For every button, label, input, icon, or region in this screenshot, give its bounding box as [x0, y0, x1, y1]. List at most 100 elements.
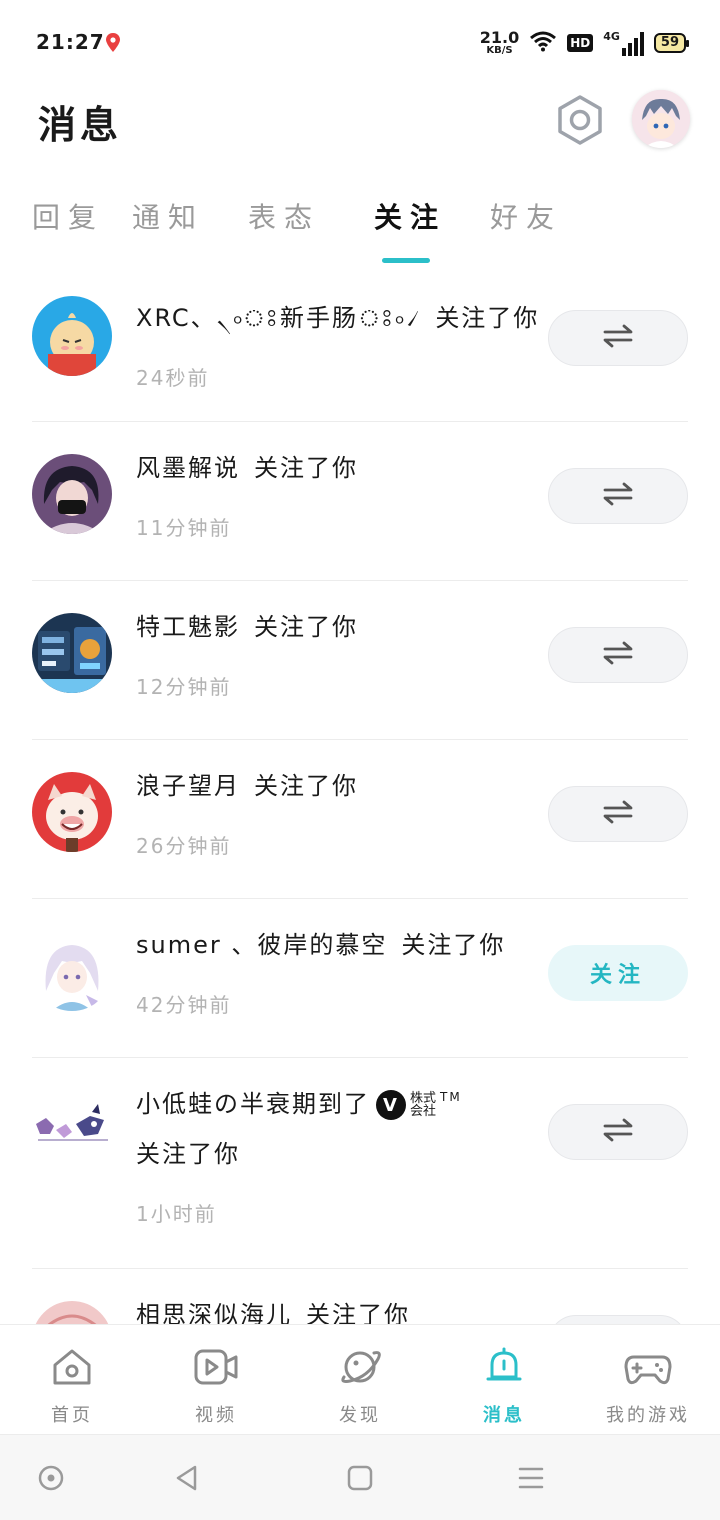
network-type: 4G	[603, 30, 620, 43]
hd-badge: HD	[567, 34, 594, 52]
nav-my-games-label: 我的游戏	[606, 1405, 690, 1426]
settings-button[interactable]	[554, 94, 606, 150]
avatar[interactable]	[32, 931, 112, 1011]
follower-name: XRC、৲৹ঃ新手肠ঃ৹৴ 关注了你	[136, 298, 539, 340]
swap-arrows-icon	[603, 482, 633, 510]
list-item[interactable]: 浪子望月 关注了你 26分钟前	[0, 740, 720, 899]
home-button-icon[interactable]	[343, 1461, 377, 1495]
video-icon	[192, 1343, 240, 1391]
followed-you-text: 关注了你	[254, 772, 358, 800]
mutual-follow-button[interactable]	[548, 786, 688, 842]
profile-avatar[interactable]	[632, 90, 690, 148]
follow-time: 42分钟前	[136, 993, 232, 1017]
followed-you-text: 关注了你	[136, 1140, 240, 1168]
mutual-follow-button[interactable]	[548, 1104, 688, 1160]
followed-you-text: 关注了你	[401, 931, 506, 959]
list-item[interactable]: 相思深似海儿 关注了你	[0, 1269, 720, 1324]
swap-arrows-icon	[603, 1118, 633, 1146]
follower-name: sumer 、彼岸的慕空 关注了你	[136, 925, 505, 960]
brand-text: 株式 会社	[410, 1092, 436, 1118]
mutual-follow-button[interactable]	[548, 627, 688, 683]
active-tab-indicator	[382, 258, 430, 263]
follow-time: 26分钟前	[136, 834, 232, 858]
swap-arrows-icon	[603, 800, 633, 828]
followed-you-text: 关注了你	[306, 1301, 410, 1324]
nav-home-label: 首页	[51, 1405, 93, 1426]
follow-list: XRC、৲৹ঃ新手肠ঃ৹৴ 关注了你 24秒前 风墨解说 关注了你 11分钟前 特工…	[0, 272, 720, 1324]
tab-replies[interactable]: 回复	[32, 196, 104, 236]
followed-you-text: 关注了你	[254, 613, 358, 641]
net-speed: 21.0 KB/S	[480, 30, 519, 56]
assistant-button-icon[interactable]	[34, 1461, 68, 1495]
mutual-follow-button[interactable]	[548, 1315, 688, 1324]
swap-arrows-icon	[603, 324, 633, 352]
brand-text-line2: 会社	[410, 1104, 437, 1119]
follower-name-text[interactable]: 风墨解说	[136, 454, 240, 482]
battery-indicator: 59	[653, 33, 690, 53]
follower-name: 相思深似海儿 关注了你	[136, 1295, 410, 1324]
follower-name: 风墨解说 关注了你	[136, 448, 358, 483]
follow-time: 11分钟前	[136, 516, 232, 540]
tab-reactions[interactable]: 表态	[248, 196, 320, 236]
mutual-follow-button[interactable]	[548, 468, 688, 524]
system-nav-bar	[0, 1434, 720, 1520]
nav-video-label: 视频	[195, 1405, 237, 1426]
trademark-mark: TM	[440, 1090, 462, 1104]
map-pin-icon	[104, 32, 122, 54]
follow-time: 24秒前	[136, 366, 210, 390]
gamepad-icon	[624, 1343, 672, 1391]
list-item[interactable]: 特工魅影 关注了你 12分钟前	[0, 581, 720, 740]
tab-follows[interactable]: 关注	[374, 196, 446, 236]
follower-name-text[interactable]: 小低蛙の半衰期到了	[136, 1090, 370, 1118]
nav-messages-label: 消息	[483, 1405, 525, 1426]
nav-home[interactable]: 首页	[0, 1325, 144, 1435]
follower-name-text[interactable]: XRC、৲৹ঃ新手肠ঃ৹৴	[136, 304, 421, 332]
settings-icon	[556, 94, 604, 150]
back-button-icon[interactable]	[170, 1461, 204, 1495]
follower-name: 小低蛙の半衰期到了 V 株式 会社 TM	[136, 1084, 462, 1120]
nav-discover[interactable]: 发现	[288, 1325, 432, 1435]
list-item[interactable]: 小低蛙の半衰期到了 V 株式 会社 TM 关注了你 1小时前	[0, 1058, 720, 1269]
avatar[interactable]	[32, 772, 112, 852]
tab-friends[interactable]: 好友	[490, 196, 562, 236]
list-item[interactable]: sumer 、彼岸的慕空 关注了你 42分钟前 关注	[0, 899, 720, 1058]
follow-time: 1小时前	[136, 1202, 217, 1226]
follower-name-text[interactable]: 浪子望月	[136, 772, 240, 800]
follower-name-text[interactable]: 相思深似海儿	[136, 1301, 292, 1324]
planet-icon	[336, 1343, 384, 1391]
header: 消息	[0, 80, 720, 170]
bell-icon	[480, 1343, 528, 1391]
nav-my-games[interactable]: 我的游戏	[576, 1325, 720, 1435]
follower-name-text[interactable]: 特工魅影	[136, 613, 240, 641]
signal-icon: 4G	[603, 30, 644, 56]
follow-back-button[interactable]: 关注	[548, 945, 688, 1001]
list-item[interactable]: XRC、৲৹ঃ新手肠ঃ৹৴ 关注了你 24秒前	[0, 272, 720, 422]
status-icons: 21.0 KB/S HD 4G 59	[480, 28, 690, 58]
wifi-icon	[529, 30, 557, 56]
list-item[interactable]: 风墨解说 关注了你 11分钟前	[0, 422, 720, 581]
follower-name: 浪子望月 关注了你	[136, 766, 358, 801]
avatar[interactable]	[32, 454, 112, 534]
net-speed-unit: KB/S	[486, 45, 513, 56]
follower-name-text[interactable]: sumer 、彼岸的慕空	[136, 931, 387, 959]
tab-notifications[interactable]: 通知	[132, 196, 204, 236]
follower-name: 特工魅影 关注了你	[136, 607, 358, 642]
followed-you-text: 关注了你	[435, 304, 540, 332]
nav-discover-label: 发现	[339, 1405, 381, 1426]
menu-button-icon[interactable]	[514, 1461, 548, 1495]
page-title: 消息	[38, 103, 123, 147]
nav-messages[interactable]: 消息	[432, 1325, 576, 1435]
avatar[interactable]	[32, 1090, 112, 1170]
brand-tag: V 株式 会社 TM	[376, 1090, 462, 1120]
home-icon	[48, 1343, 96, 1391]
avatar[interactable]	[32, 613, 112, 693]
mutual-follow-button[interactable]	[548, 310, 688, 366]
nav-video[interactable]: 视频	[144, 1325, 288, 1435]
message-tabs: 回复 通知 表态 关注 好友	[0, 190, 720, 270]
avatar[interactable]	[32, 296, 112, 376]
swap-arrows-icon	[603, 641, 633, 669]
status-bar: 21:27 21.0 KB/S HD 4G 59	[0, 0, 720, 80]
verified-badge-icon: V	[376, 1090, 406, 1120]
avatar[interactable]	[32, 1301, 112, 1324]
status-time: 21:27	[36, 30, 105, 54]
